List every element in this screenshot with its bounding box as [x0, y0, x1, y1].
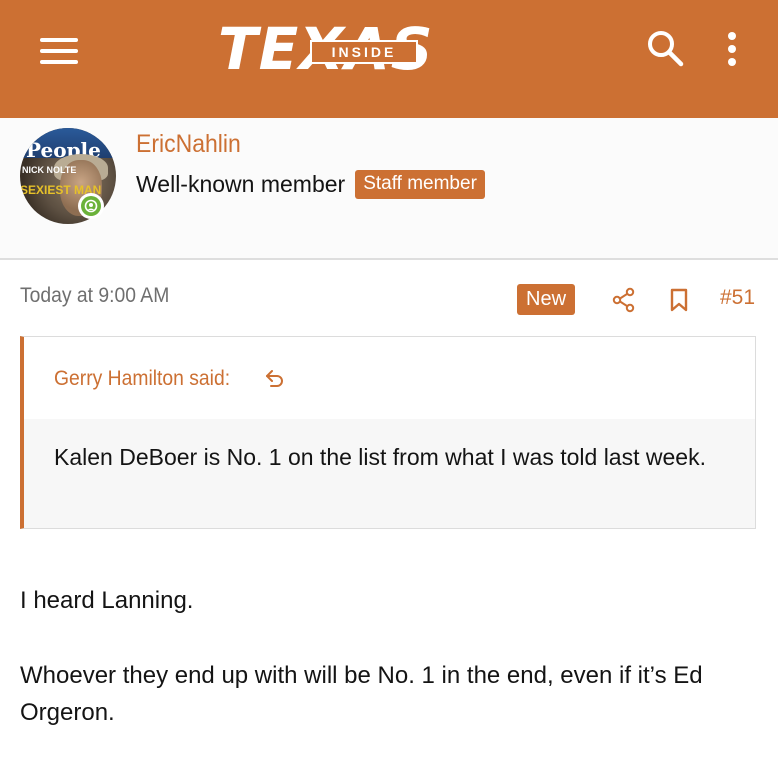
- staff-badge: Staff member: [355, 170, 485, 199]
- member-title: Well-known member: [136, 171, 346, 197]
- post-number-link[interactable]: #51: [720, 286, 755, 310]
- quote-header[interactable]: Gerry Hamilton said:: [24, 337, 755, 419]
- message-paragraph: Whoever they end up with will be No. 1 i…: [20, 662, 703, 726]
- user-icon: [84, 199, 98, 213]
- bookmark-icon[interactable]: [668, 288, 690, 312]
- member-role: Well-known member Staff member: [136, 170, 485, 199]
- online-status-dot: [81, 196, 101, 216]
- site-logo[interactable]: TEXAS INSIDE: [218, 20, 434, 78]
- jump-to-quote-icon[interactable]: [264, 367, 286, 389]
- logo-inside-text: INSIDE: [310, 40, 418, 64]
- quote-author[interactable]: Gerry Hamilton said:: [54, 367, 230, 391]
- hamburger-line: [40, 60, 78, 64]
- hamburger-line: [40, 38, 78, 42]
- post-meta: Today at 9:00 AM New #51: [0, 260, 778, 330]
- post-timestamp[interactable]: Today at 9:00 AM: [20, 284, 169, 308]
- quote-text: Kalen DeBoer is No. 1 on the list from w…: [54, 444, 706, 470]
- vertical-dots-icon[interactable]: [722, 30, 742, 70]
- message-paragraph: I heard Lanning.: [20, 587, 194, 614]
- avatar-caption-name: NICK NOLTE: [22, 165, 77, 175]
- search-icon[interactable]: [645, 28, 685, 68]
- post-message: I heard Lanning. Whoever they end up wit…: [20, 582, 760, 769]
- username-link[interactable]: EricNahlin: [136, 130, 241, 159]
- hamburger-menu-icon[interactable]: [40, 38, 78, 64]
- member-info: People NICK NOLTE SEXIEST MAN EricNahlin…: [0, 118, 778, 260]
- share-icon[interactable]: [611, 287, 637, 313]
- online-status-icon: [78, 193, 104, 219]
- new-badge: New: [517, 284, 576, 315]
- quote-block: Gerry Hamilton said: Kalen DeBoer is No.…: [20, 336, 756, 529]
- hamburger-line: [40, 49, 78, 53]
- site-header: TEXAS INSIDE: [0, 0, 778, 118]
